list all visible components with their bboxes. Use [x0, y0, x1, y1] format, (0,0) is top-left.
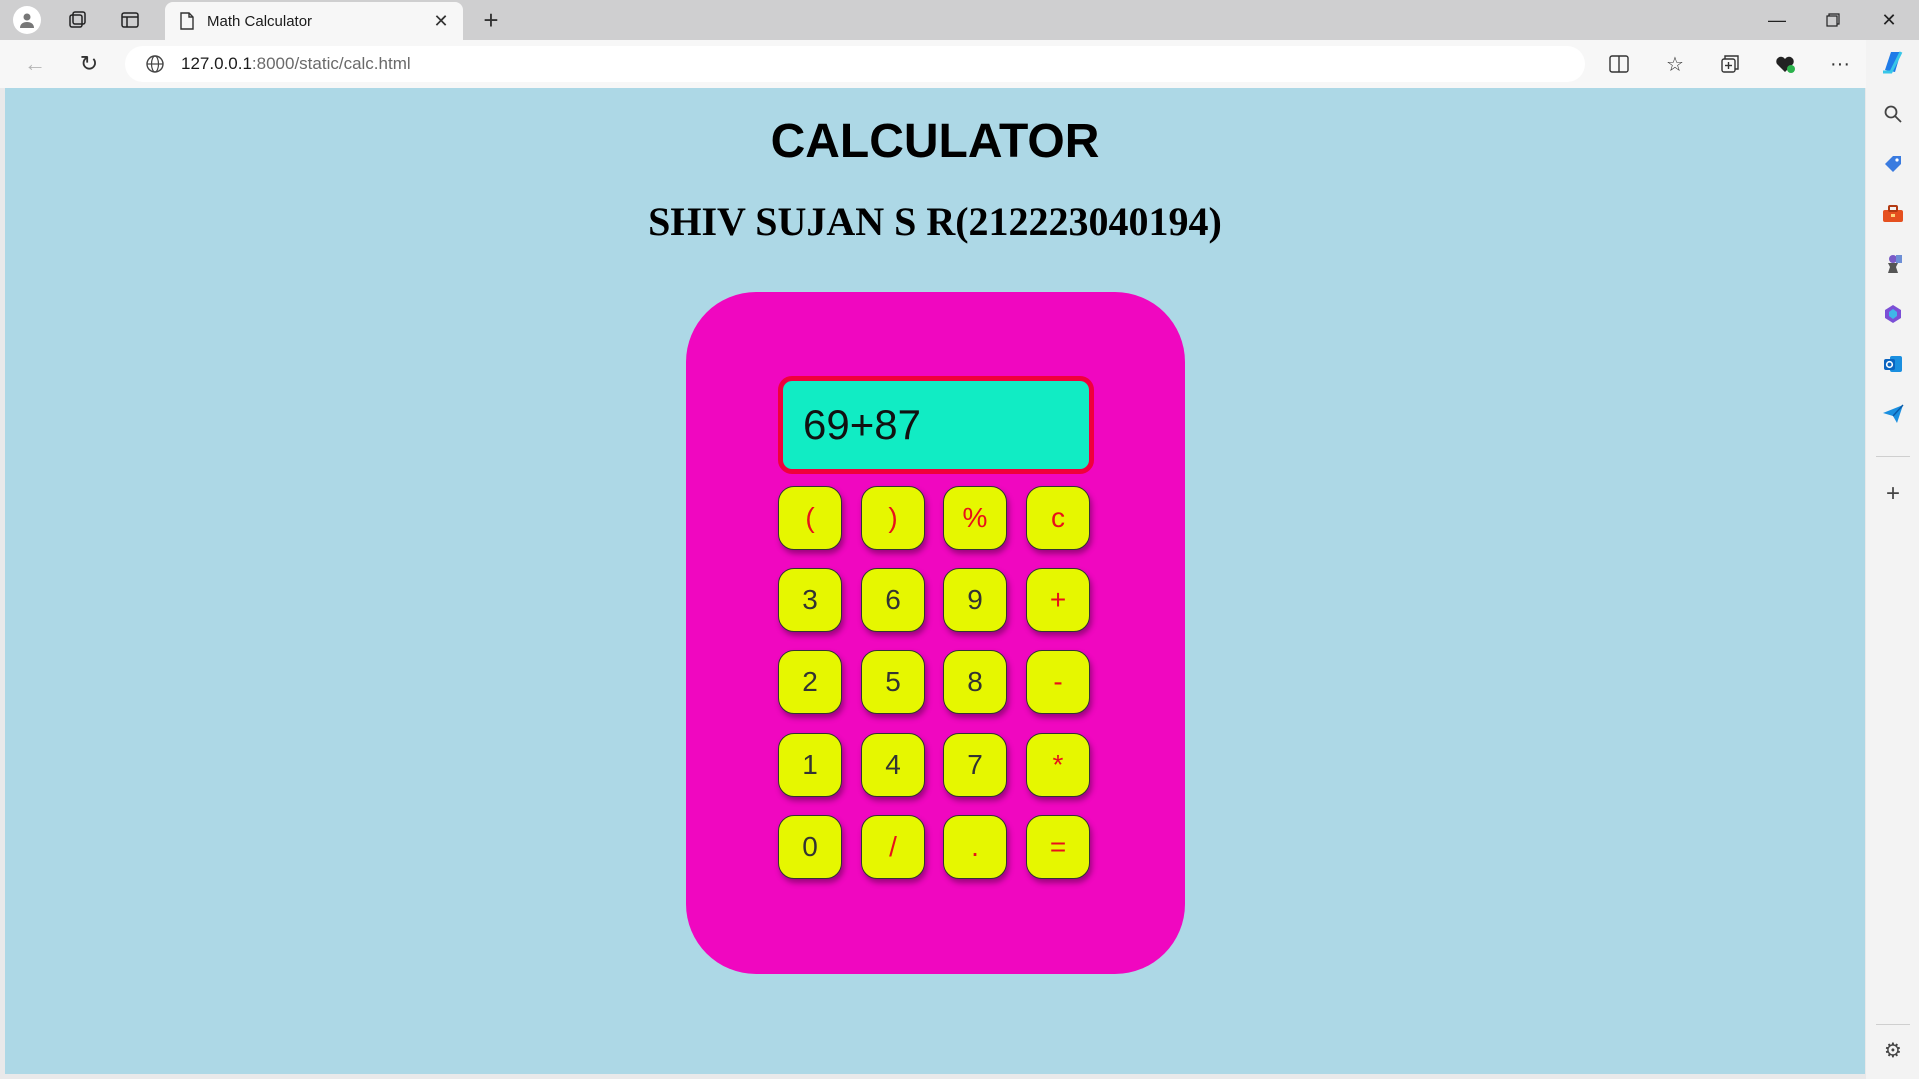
- key-digit-4[interactable]: 4: [861, 733, 925, 797]
- restore-button[interactable]: [1805, 0, 1861, 40]
- key-decimal[interactable]: .: [943, 815, 1007, 879]
- toolbox-icon: [1883, 205, 1903, 222]
- sidebar-divider: [1876, 1024, 1910, 1025]
- star-list-icon: ☆: [1666, 53, 1684, 76]
- minimize-button[interactable]: —: [1749, 0, 1805, 40]
- split-screen-icon: [1609, 55, 1629, 73]
- outlook-button[interactable]: [1875, 346, 1911, 382]
- chess-piece-icon: [1888, 255, 1902, 273]
- calculator-display[interactable]: 69+87: [778, 376, 1094, 474]
- send-button[interactable]: [1875, 396, 1911, 432]
- workspaces-icon: [69, 11, 86, 28]
- tab-active[interactable]: Math Calculator ✕: [165, 2, 463, 40]
- outlook-icon: [1884, 356, 1902, 372]
- back-button[interactable]: ←: [17, 48, 53, 80]
- vertical-tabs-icon: [121, 12, 139, 28]
- page-viewport: CALCULATOR SHIV SUJAN S R(212223040194) …: [5, 88, 1865, 1074]
- key-digit-0[interactable]: 0: [778, 815, 842, 879]
- microsoft365-icon: [1885, 305, 1901, 323]
- restore-icon: [1826, 13, 1840, 27]
- gear-icon: ⚙: [1884, 1039, 1902, 1062]
- tools-button[interactable]: [1875, 196, 1911, 232]
- refresh-button[interactable]: ↻: [71, 48, 107, 80]
- page-icon: [180, 12, 194, 30]
- key-digit-2[interactable]: 2: [778, 650, 842, 714]
- tab-actions-button[interactable]: [114, 4, 146, 36]
- back-arrow-icon: ←: [24, 51, 46, 76]
- plus-icon: +: [483, 4, 499, 35]
- search-icon: [1884, 105, 1902, 123]
- shopping-button[interactable]: [1875, 146, 1911, 182]
- minimize-icon: —: [1768, 9, 1786, 30]
- workspaces-button[interactable]: [61, 4, 93, 36]
- games-button[interactable]: [1875, 246, 1911, 282]
- microsoft365-button[interactable]: [1875, 296, 1911, 332]
- refresh-icon: ↻: [79, 51, 99, 76]
- key-digit-7[interactable]: 7: [943, 733, 1007, 797]
- address-bar[interactable]: 127.0.0.1:8000/static/calc.html: [125, 46, 1585, 82]
- edge-sidebar: + ⚙: [1866, 40, 1919, 1079]
- tag-icon: [1885, 156, 1901, 172]
- new-tab-button[interactable]: +: [474, 4, 508, 36]
- key-minus[interactable]: -: [1026, 650, 1090, 714]
- split-screen-button[interactable]: [1600, 48, 1638, 80]
- add-sidebar-app-button[interactable]: +: [1875, 476, 1911, 512]
- paper-plane-icon: [1883, 404, 1904, 423]
- key-open-paren[interactable]: (: [778, 486, 842, 550]
- profile-button[interactable]: [11, 4, 43, 36]
- copilot-button[interactable]: [1875, 44, 1911, 80]
- key-plus[interactable]: +: [1026, 568, 1090, 632]
- key-multiply[interactable]: *: [1026, 733, 1090, 797]
- copilot-icon: [1883, 51, 1903, 74]
- key-close-paren[interactable]: ): [861, 486, 925, 550]
- collections-icon: [1721, 55, 1739, 73]
- key-equals[interactable]: =: [1026, 815, 1090, 879]
- search-button[interactable]: [1875, 96, 1911, 132]
- key-digit-9[interactable]: 9: [943, 568, 1007, 632]
- url-path: :8000/static/calc.html: [251, 54, 411, 73]
- tab-bar: Math Calculator ✕ + — ✕: [0, 0, 1919, 40]
- calculator-body: 69+87 ()% c 3 6 9 +2 5 8- 1 4 7 * 0 /. =: [686, 292, 1185, 974]
- key-clear[interactable]: c: [1026, 486, 1090, 550]
- url-host: 127.0.0.1: [181, 54, 252, 73]
- page-subtitle: SHIV SUJAN S R(212223040194): [648, 199, 1222, 244]
- key-digit-6[interactable]: 6: [861, 568, 925, 632]
- address-bar-row: ← ↻ 127.0.0.1:8000/static/calc.html ☆ ··…: [0, 40, 1919, 88]
- globe-icon: [146, 55, 164, 73]
- key-digit-1[interactable]: 1: [778, 733, 842, 797]
- tab-title: Math Calculator: [207, 12, 313, 30]
- sidebar-divider: [1876, 456, 1910, 457]
- key-digit-8[interactable]: 8: [943, 650, 1007, 714]
- plus-icon: +: [1885, 480, 1900, 507]
- sidebar-settings-button[interactable]: ⚙: [1875, 1032, 1911, 1068]
- favorites-button[interactable]: ☆: [1656, 48, 1694, 80]
- browser-essentials-button[interactable]: [1766, 48, 1804, 80]
- url-text: 127.0.0.1:8000/static/calc.html: [181, 54, 411, 74]
- key-divide[interactable]: /: [861, 815, 925, 879]
- tab-close-icon[interactable]: ✕: [427, 11, 455, 32]
- ellipsis-icon: ···: [1830, 52, 1850, 75]
- collections-button[interactable]: [1711, 48, 1749, 80]
- page-title: CALCULATOR: [770, 115, 1100, 168]
- key-digit-5[interactable]: 5: [861, 650, 925, 714]
- close-icon: ✕: [1881, 9, 1897, 30]
- key-percent[interactable]: %: [943, 486, 1007, 550]
- profile-icon: [13, 6, 41, 34]
- heart-pulse-icon: [1776, 56, 1795, 73]
- close-window-button[interactable]: ✕: [1861, 0, 1917, 40]
- more-menu-button[interactable]: ···: [1821, 48, 1859, 80]
- key-digit-3[interactable]: 3: [778, 568, 842, 632]
